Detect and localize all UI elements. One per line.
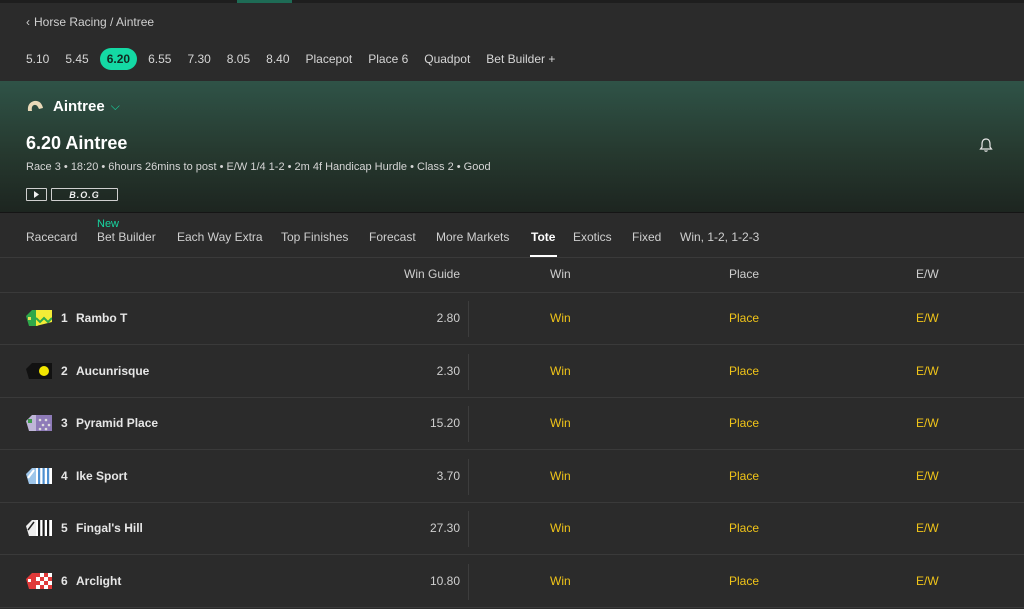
race-time-item[interactable]: 8.40 [258,48,297,70]
tab-more-markets[interactable]: More Markets [436,230,509,244]
header-win: Win [550,267,571,281]
horseshoe-icon [27,100,43,111]
race-time-item[interactable]: 7.30 [179,48,218,70]
table-row: 3 Pyramid Place 15.20 Win Place E/W [0,398,1024,450]
runner-name[interactable]: Aucunrisque [76,364,149,378]
column-separator [468,459,469,495]
race-header: Aintree ⌵ 6.20 Aintree Race 3 • 18:20 • … [0,81,1024,213]
red-white-check-silks-icon [26,573,52,589]
race-time-item[interactable]: 5.45 [57,48,96,70]
tab-forecast[interactable]: Forecast [369,230,416,244]
venue-selector[interactable]: Aintree ⌵ [26,95,120,117]
place-bet-button[interactable]: Place [729,364,759,378]
ew-bet-button[interactable]: E/W [916,311,939,325]
blue-white-striped-silks-icon [26,468,52,484]
table-row: 5 Fingal's Hill 27.30 Win Place E/W [0,503,1024,555]
win-guide-value: 27.30 [429,521,460,535]
chevron-down-icon: ⌵ [110,98,120,113]
ew-bet-button[interactable]: E/W [916,364,939,378]
runner-number: 3 [61,416,68,430]
race-time-item-active[interactable]: 6.20 [99,48,138,70]
chevron-left-icon: ‹ [26,15,30,29]
play-icon[interactable] [26,188,47,201]
place-bet-button[interactable]: Place [729,521,759,535]
table-row: 1 Rambo T 2.80 Win Place E/W [0,293,1024,345]
runner-name[interactable]: Rambo T [76,311,127,325]
race-info: Race 3 • 18:20 • 6hours 26mins to post •… [26,161,491,173]
runner-number: 6 [61,574,68,588]
runner-number: 1 [61,311,68,325]
tab-bet-builder[interactable]: Bet Builder [97,230,156,244]
ew-bet-button[interactable]: E/W [916,521,939,535]
tab-top-finishes[interactable]: Top Finishes [281,230,348,244]
win-guide-value: 2.30 [436,364,460,378]
bog-badge: B.O.G [51,188,118,201]
runner-number: 2 [61,364,68,378]
tab-fixed[interactable]: Fixed [632,230,661,244]
tab-tote[interactable]: Tote [531,230,555,244]
runner-name[interactable]: Arclight [76,574,121,588]
win-bet-button[interactable]: Win [550,311,571,325]
table-row: 4 Ike Sport 3.70 Win Place E/W [0,451,1024,503]
win-guide-value: 2.80 [436,311,460,325]
header-place: Place [729,267,760,281]
column-separator [468,354,469,390]
race-badges: B.O.G [26,188,118,201]
race-time-item[interactable]: 8.05 [219,48,258,70]
win-guide-value: 15.20 [429,416,460,430]
placepot-link[interactable]: Placepot [298,48,361,70]
place-bet-button[interactable]: Place [729,416,759,430]
venue-name: Aintree [53,97,105,115]
column-separator [468,511,469,547]
race-title: 6.20 Aintree [26,133,128,153]
ew-bet-button[interactable]: E/W [916,469,939,483]
place-bet-button[interactable]: Place [729,469,759,483]
header-ew: E/W [916,267,939,281]
yellow-green-silks-icon [26,310,52,326]
win-bet-button[interactable]: Win [550,364,571,378]
column-separator [468,406,469,442]
ew-bet-button[interactable]: E/W [916,574,939,588]
new-badge: New [97,218,120,230]
purple-green-silks-icon [26,415,52,431]
race-time-item[interactable]: 5.10 [18,48,57,70]
runner-name[interactable]: Pyramid Place [76,416,158,430]
table-row: 2 Aucunrisque 2.30 Win Place E/W [0,346,1024,398]
column-separator [468,301,469,337]
top-bar [0,0,1024,3]
win-bet-button[interactable]: Win [550,469,571,483]
market-tabs: New Racecard Bet Builder Each Way Extra … [0,214,1024,258]
runner-number: 4 [61,469,68,483]
quadpot-link[interactable]: Quadpot [416,48,478,70]
tab-each-way-extra[interactable]: Each Way Extra [177,230,263,244]
breadcrumb[interactable]: ‹ Horse Racing / Aintree [26,13,154,31]
ew-bet-button[interactable]: E/W [916,416,939,430]
header-win-guide: Win Guide [404,267,461,281]
tab-racecard[interactable]: Racecard [26,230,77,244]
top-bar-accent [237,0,292,3]
bell-icon[interactable] [978,137,994,153]
runner-name[interactable]: Ike Sport [76,469,127,483]
tab-win-123[interactable]: Win, 1-2, 1-2-3 [680,230,759,244]
breadcrumb-label: Horse Racing / Aintree [34,15,155,29]
place-bet-button[interactable]: Place [729,574,759,588]
runner-name[interactable]: Fingal's Hill [76,521,143,535]
win-bet-button[interactable]: Win [550,521,571,535]
win-bet-button[interactable]: Win [550,574,571,588]
table-row: 6 Arclight 10.80 Win Place E/W [0,556,1024,608]
race-time-item[interactable]: 6.55 [140,48,179,70]
place-bet-button[interactable]: Place [729,311,759,325]
win-bet-button[interactable]: Win [550,416,571,430]
bet-builder-plus-link[interactable]: Bet Builder + [478,48,563,70]
column-separator [468,564,469,600]
active-tab-indicator [530,255,557,257]
black-yellow-silks-icon [26,363,52,379]
win-guide-value: 3.70 [436,469,460,483]
place6-link[interactable]: Place 6 [360,48,416,70]
runner-number: 5 [61,521,68,535]
black-white-striped-silks-icon [26,520,52,536]
race-time-nav: 5.10 5.45 6.20 6.55 7.30 8.05 8.40 Place… [18,48,563,70]
win-guide-value: 10.80 [429,574,460,588]
tab-exotics[interactable]: Exotics [573,230,612,244]
